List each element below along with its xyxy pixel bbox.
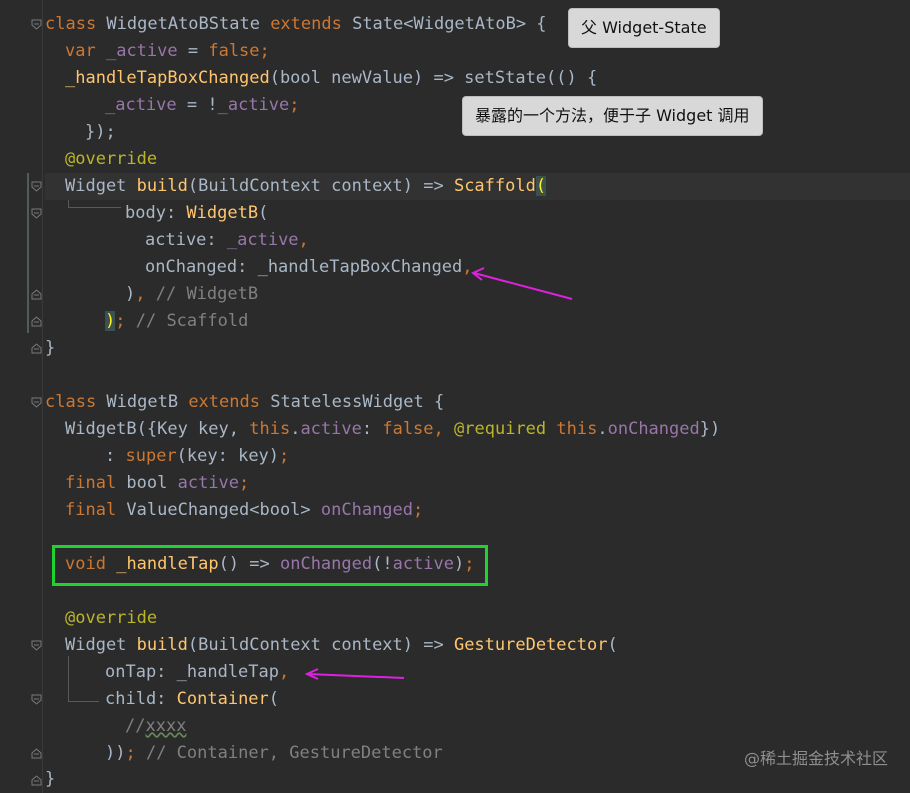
code-line[interactable]: //xxxx [125, 713, 186, 740]
code-line[interactable]: var _active = false; [65, 38, 270, 65]
fold-end-icon[interactable] [31, 316, 42, 327]
fold-end-icon[interactable] [31, 289, 42, 300]
code-line[interactable]: final ValueChanged<bool> onChanged; [65, 497, 423, 524]
code-line[interactable]: class WidgetAtoBState extends State<Widg… [45, 11, 547, 38]
fold-end-icon[interactable] [31, 775, 42, 786]
fold-end-icon[interactable] [31, 748, 42, 759]
fold-icon[interactable] [31, 694, 42, 705]
arrow-to-handleTap [304, 668, 405, 680]
code-line[interactable]: )); // Container, GestureDetector [105, 740, 443, 767]
keyword: class [45, 14, 97, 34]
code-line[interactable]: }); [85, 119, 116, 146]
fold-icon[interactable] [31, 19, 42, 30]
code-line[interactable]: onChanged: _handleTapBoxChanged, [145, 254, 473, 281]
code-line[interactable]: _handleTapBoxChanged(bool newValue) => s… [65, 65, 597, 92]
code-editor[interactable]: class WidgetAtoBState extends State<Widg… [0, 0, 910, 793]
code-line[interactable]: @override [65, 605, 157, 632]
code-line[interactable]: : super(key: key); [105, 443, 289, 470]
code-line[interactable]: ); // Scaffold [105, 308, 248, 335]
code-line[interactable]: final bool active; [65, 470, 249, 497]
code-line[interactable]: onTap: _handleTap, [105, 659, 289, 686]
code-line[interactable]: _active = !_active; [105, 92, 300, 119]
tooltip-exposed-method: 暴露的一个方法，便于子 Widget 调用 [462, 96, 763, 136]
fold-icon[interactable] [31, 640, 42, 651]
fold-icon[interactable] [31, 397, 42, 408]
fold-end-icon[interactable] [31, 343, 42, 354]
code-line[interactable]: body: WidgetB( [125, 200, 268, 227]
code-line[interactable]: child: Container( [105, 686, 279, 713]
code-line[interactable]: active: _active, [145, 227, 309, 254]
code-line[interactable]: } [45, 335, 55, 362]
fold-icon[interactable] [31, 181, 42, 192]
arrow-to-handleTapBoxChanged [471, 267, 573, 300]
code-line[interactable]: } [45, 766, 55, 793]
code-line[interactable]: WidgetB({Key key, this.active: false, @r… [65, 416, 720, 443]
watermark: @稀土掘金技术社区 [743, 749, 888, 768]
code-line[interactable]: ), // WidgetB [125, 281, 258, 308]
code-line[interactable]: Widget build(BuildContext context) => Ge… [65, 632, 618, 659]
highlight-box [52, 545, 488, 586]
fold-icon[interactable] [31, 208, 42, 219]
change-marker [27, 173, 29, 333]
gutter-separator [42, 0, 43, 793]
code-line[interactable]: @override [65, 146, 157, 173]
tooltip-parent-state: 父 Widget-State [568, 8, 720, 48]
current-code-line[interactable]: Widget build(BuildContext context) => Sc… [45, 173, 910, 200]
indent-guide [68, 656, 99, 702]
code-line[interactable]: class WidgetB extends StatelessWidget { [45, 389, 444, 416]
